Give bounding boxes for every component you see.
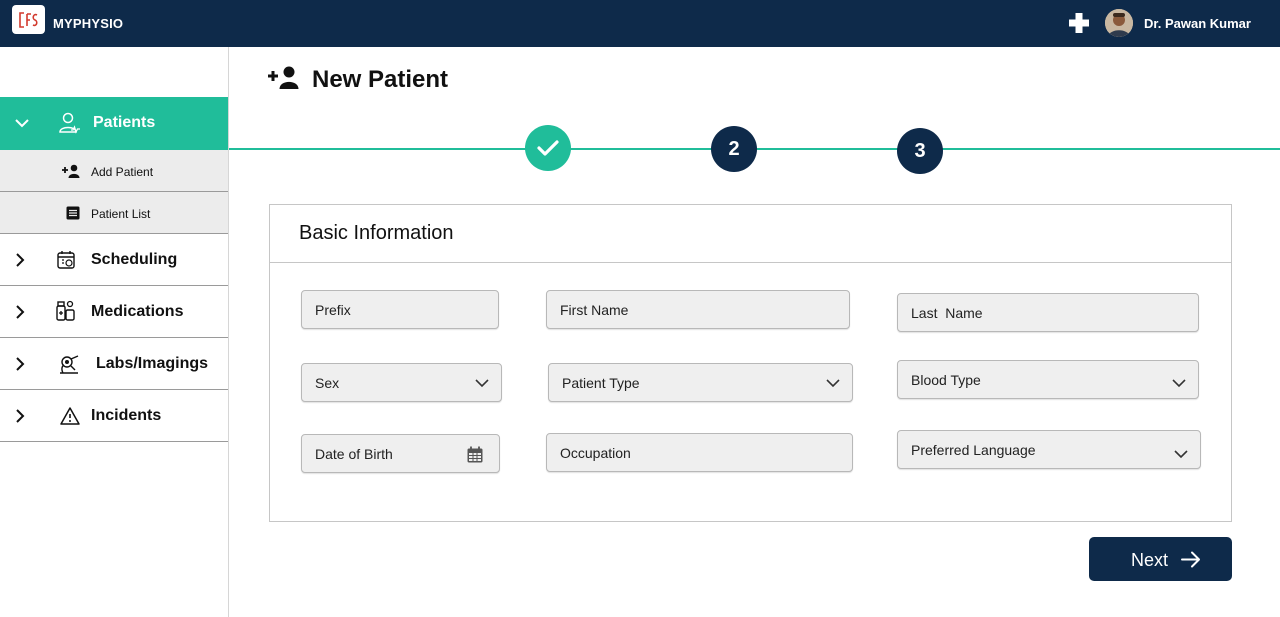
- sidebar-item-medications[interactable]: Medications: [0, 286, 228, 338]
- preferred-language-placeholder: Preferred Language: [911, 442, 1036, 458]
- occupation-field[interactable]: Occupation: [546, 433, 853, 472]
- microscope-icon: [60, 355, 79, 374]
- chevron-down-icon: [475, 379, 489, 388]
- add-icon[interactable]: [1068, 12, 1090, 34]
- app-logo[interactable]: [12, 5, 45, 34]
- step-1-complete[interactable]: [525, 125, 571, 171]
- prefix-placeholder: Prefix: [315, 302, 351, 318]
- first-name-placeholder: First Name: [560, 302, 629, 318]
- top-bar: MYPHYSIO Dr. Pawan Kumar: [0, 0, 1280, 47]
- page-title: New Patient: [312, 66, 449, 93]
- chevron-down-icon: [1172, 379, 1186, 388]
- date-of-birth-placeholder: Date of Birth: [315, 446, 393, 462]
- medication-icon: [56, 300, 75, 321]
- sidebar-subitem-add-patient[interactable]: Add Patient: [0, 150, 228, 192]
- physio-logo-icon: [19, 12, 38, 28]
- patient-type-select[interactable]: Patient Type: [548, 363, 853, 402]
- sex-select[interactable]: Sex: [301, 363, 502, 402]
- sidebar-item-label: Labs/Imagings: [96, 355, 209, 372]
- sidebar-subitem-label: Patient List: [91, 207, 151, 221]
- prefix-field[interactable]: Prefix: [301, 290, 499, 329]
- chevron-right-icon: [16, 409, 25, 423]
- sidebar-item-scheduling[interactable]: Scheduling: [0, 234, 228, 286]
- sidebar-item-label: Incidents: [91, 407, 162, 424]
- add-user-icon: [62, 164, 80, 178]
- step-2[interactable]: 2: [711, 126, 757, 172]
- chevron-right-icon: [16, 305, 25, 319]
- chevron-down-icon: [826, 379, 840, 388]
- last-name-field[interactable]: Last Name: [897, 293, 1199, 332]
- sidebar-item-label: Scheduling: [91, 251, 178, 268]
- sidebar: Patients Add Patient Patient List Schedu…: [0, 47, 229, 617]
- user-photo-icon: [1105, 9, 1133, 37]
- chevron-down-icon: [15, 119, 29, 128]
- arrow-right-icon: [1181, 551, 1200, 568]
- app-title: MYPHYSIO: [53, 16, 124, 31]
- sidebar-item-incidents[interactable]: Incidents: [0, 390, 228, 442]
- divider: [270, 262, 1231, 263]
- user-name[interactable]: Dr. Pawan Kumar: [1144, 16, 1251, 31]
- add-user-icon: [268, 66, 299, 89]
- occupation-placeholder: Occupation: [560, 445, 631, 461]
- last-name-placeholder: Last Name: [911, 305, 983, 321]
- next-button[interactable]: Next: [1089, 537, 1232, 581]
- list-icon: [66, 206, 80, 220]
- first-name-field[interactable]: First Name: [546, 290, 850, 329]
- chevron-right-icon: [16, 357, 25, 371]
- patient-type-placeholder: Patient Type: [562, 375, 640, 391]
- calendar-icon[interactable]: [467, 446, 483, 463]
- sidebar-item-label: Patients: [93, 114, 156, 131]
- next-button-label: Next: [1131, 550, 1169, 570]
- chevron-down-icon: [1174, 450, 1188, 459]
- section-title: Basic Information: [299, 222, 454, 244]
- sidebar-item-label: Medications: [91, 303, 184, 320]
- preferred-language-select[interactable]: Preferred Language: [897, 430, 1201, 469]
- blood-type-placeholder: Blood Type: [911, 372, 981, 388]
- basic-info-card: Basic Information Prefix First Name Last…: [269, 204, 1232, 522]
- step-3[interactable]: 3: [897, 128, 943, 174]
- warning-icon: [60, 407, 80, 425]
- sex-placeholder: Sex: [315, 375, 340, 391]
- avatar[interactable]: [1105, 9, 1133, 37]
- check-icon: [537, 140, 559, 156]
- chevron-right-icon: [16, 253, 25, 267]
- calendar-icon: [57, 251, 75, 269]
- sidebar-item-labs[interactable]: Labs/Imagings: [0, 338, 228, 390]
- sidebar-subitem-patient-list[interactable]: Patient List: [0, 192, 228, 234]
- sidebar-item-patients[interactable]: Patients: [0, 97, 228, 150]
- date-of-birth-field[interactable]: Date of Birth: [301, 434, 500, 473]
- sidebar-subitem-label: Add Patient: [91, 165, 154, 179]
- patient-icon: [59, 112, 80, 134]
- blood-type-select[interactable]: Blood Type: [897, 360, 1199, 399]
